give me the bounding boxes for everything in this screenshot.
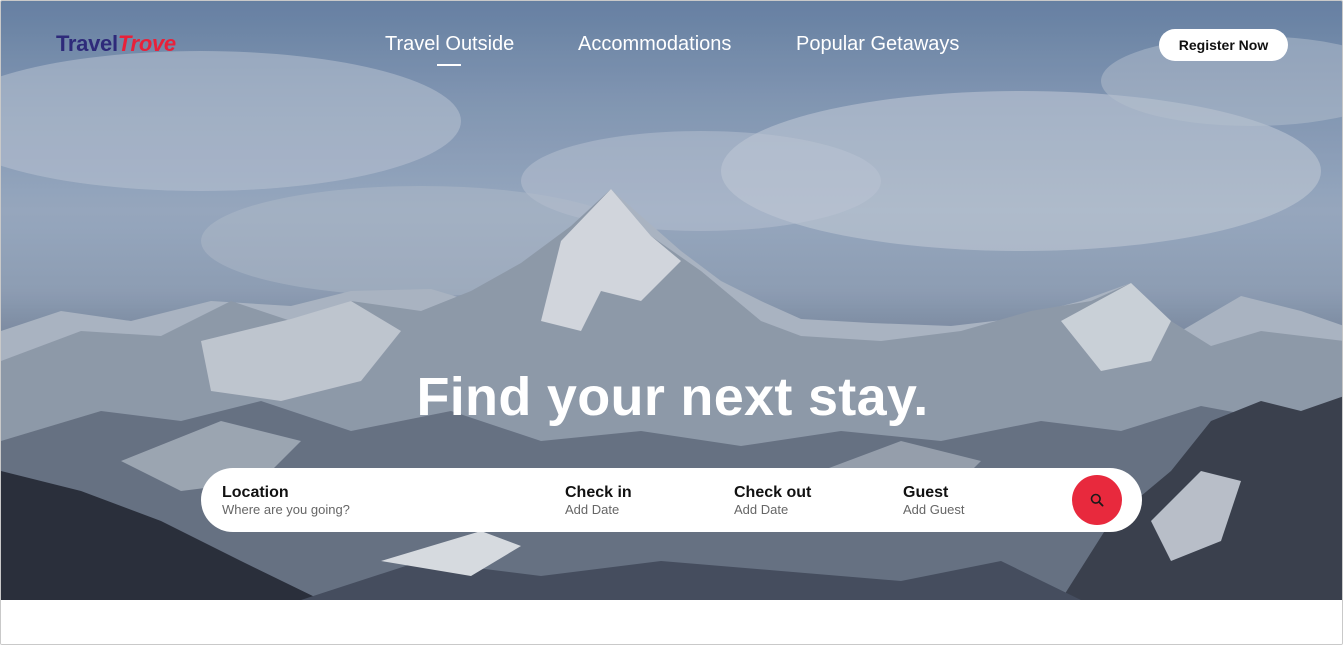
check-in-placeholder: Add Date (565, 502, 620, 517)
register-now-button[interactable]: Register Now (1159, 29, 1288, 61)
check-out-placeholder: Add Date (734, 502, 789, 517)
nav-active-indicator (437, 64, 461, 66)
search-button[interactable] (1072, 475, 1122, 525)
guest-label: Guest (903, 484, 949, 501)
guest-field[interactable]: Guest Add Guest (903, 484, 1043, 518)
main-nav: Travel Outside Accommodations Popular Ge… (1, 33, 1342, 73)
page-content-area (1, 600, 1342, 644)
check-in-field[interactable]: Check in Add Date (565, 484, 705, 518)
location-placeholder: Where are you going? (222, 502, 350, 517)
nav-item-travel-outside[interactable]: Travel Outside (385, 33, 514, 56)
nav-item-popular-getaways[interactable]: Popular Getaways (796, 33, 959, 56)
nav-item-accommodations[interactable]: Accommodations (578, 33, 731, 56)
guest-placeholder: Add Guest (903, 502, 965, 517)
search-icon (1090, 493, 1104, 507)
location-field[interactable]: Location Where are you going? (222, 484, 522, 518)
check-out-field[interactable]: Check out Add Date (734, 484, 874, 518)
page: TravelTrove Travel Outside Accommodation… (0, 0, 1343, 645)
location-label: Location (222, 484, 289, 501)
check-out-label: Check out (734, 484, 812, 501)
search-bar: Location Where are you going? Check in A… (201, 468, 1142, 532)
hero-headline: Find your next stay. (416, 367, 929, 427)
hero-banner: TravelTrove Travel Outside Accommodation… (1, 1, 1342, 600)
check-in-label: Check in (565, 484, 632, 501)
